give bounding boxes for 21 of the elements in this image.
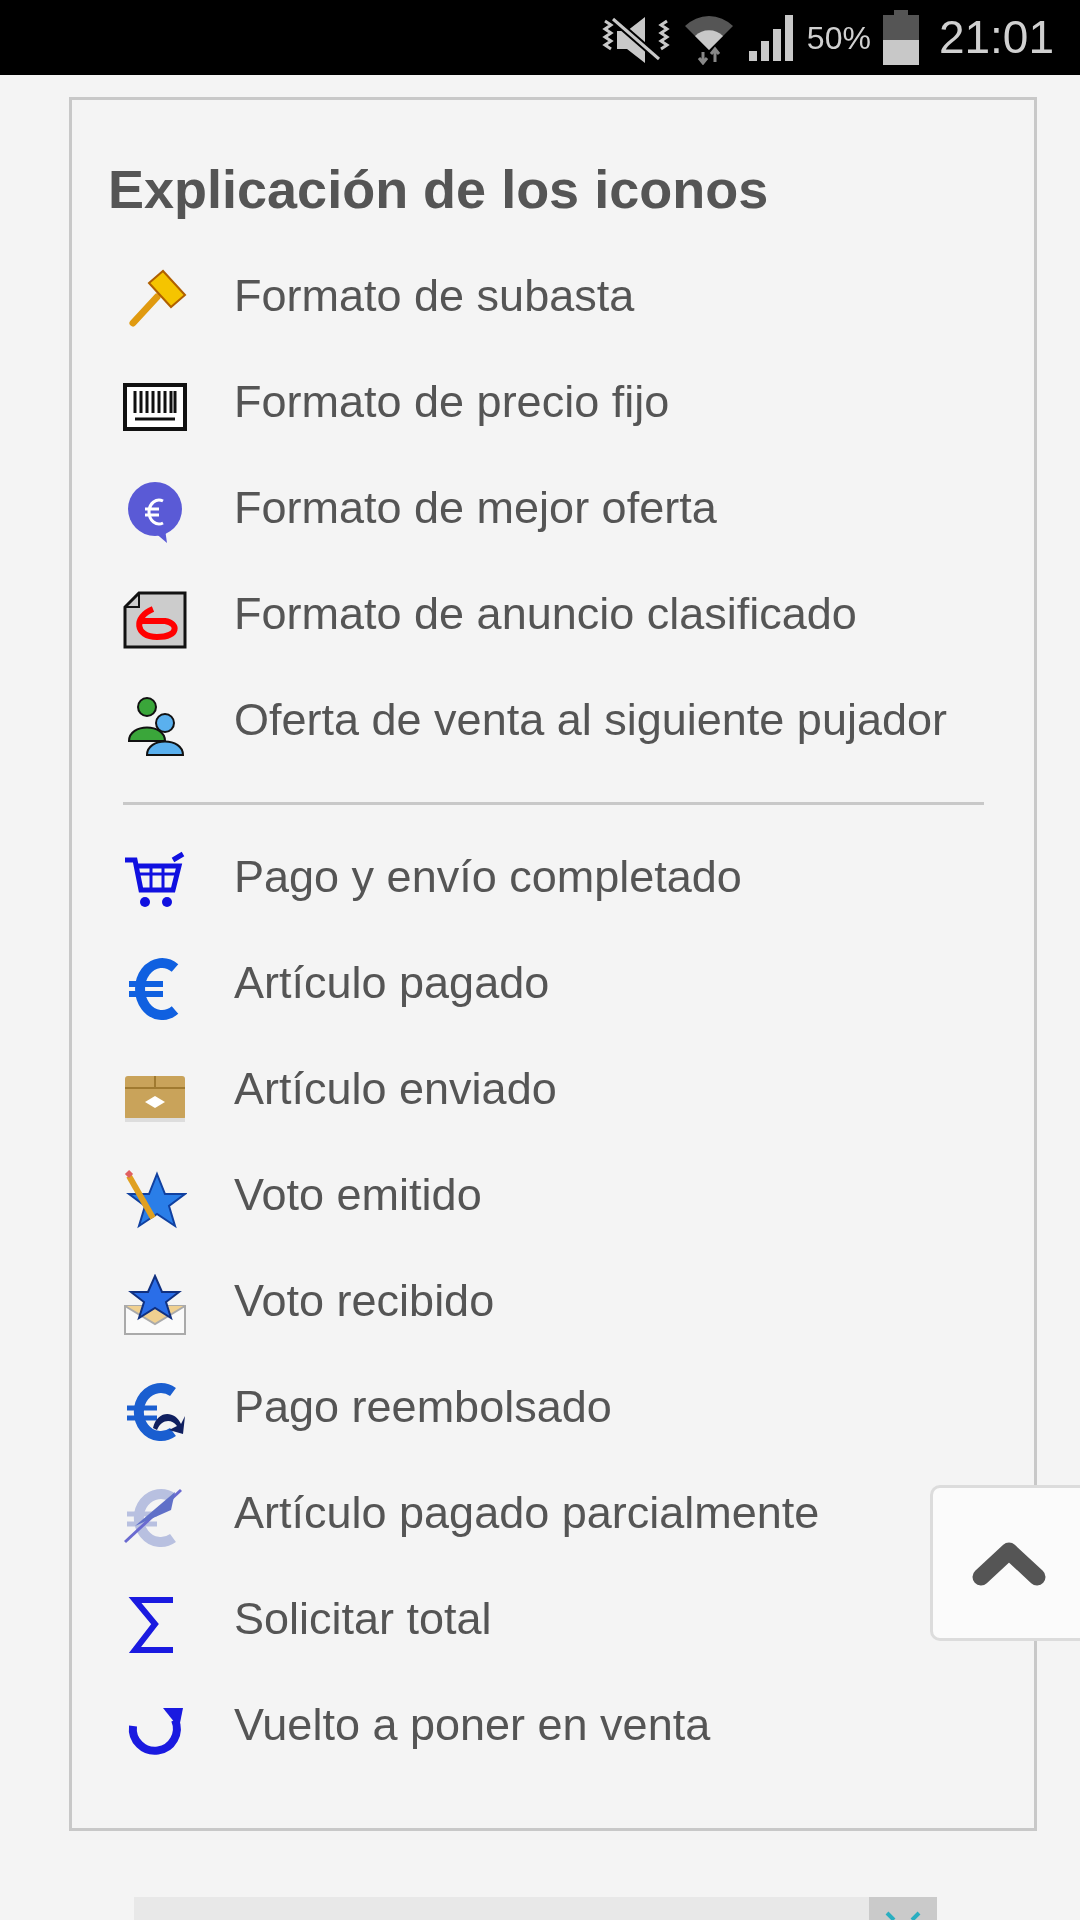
legend-label: Vuelto a poner en venta bbox=[234, 1698, 711, 1753]
legend-label: Formato de subasta bbox=[234, 269, 635, 324]
clock: 21:01 bbox=[938, 10, 1054, 65]
legend-label: Formato de anuncio clasificado bbox=[234, 587, 857, 642]
signal-icon bbox=[746, 12, 795, 63]
legend-label: Artículo enviado bbox=[234, 1062, 557, 1117]
legend-label: Solicitar total bbox=[234, 1592, 492, 1647]
legend-label: Voto emitido bbox=[234, 1168, 482, 1223]
scroll-to-top-button[interactable] bbox=[930, 1485, 1080, 1641]
battery-percent: 50% bbox=[806, 18, 871, 58]
star-envelope-icon bbox=[123, 1274, 187, 1338]
legend-label: Voto recibido bbox=[234, 1274, 495, 1329]
legend-label: Formato de precio fijo bbox=[234, 375, 670, 430]
legend-label: Pago reembolsado bbox=[234, 1380, 612, 1435]
legend-label: Oferta de venta al siguiente pujador bbox=[234, 693, 947, 748]
close-icon bbox=[885, 1911, 921, 1920]
legend-label: Pago y envío completado bbox=[234, 850, 742, 905]
legend-label: Artículo pagado parcialmente bbox=[234, 1486, 820, 1541]
legend-label: Formato de mejor oferta bbox=[234, 481, 717, 536]
legend-label: Artículo pagado bbox=[234, 956, 550, 1011]
battery-icon bbox=[882, 10, 919, 65]
